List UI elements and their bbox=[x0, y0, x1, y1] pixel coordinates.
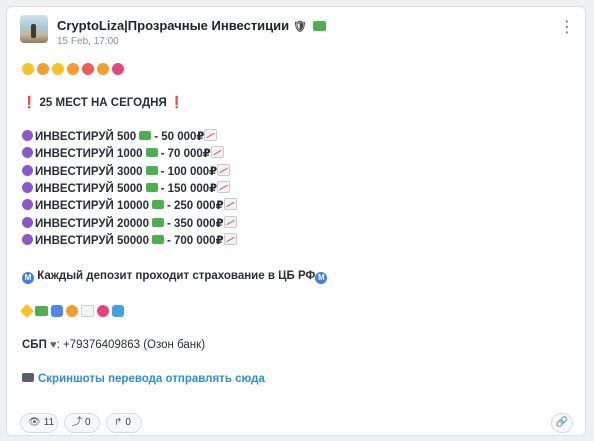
chart-up-icon bbox=[223, 198, 237, 211]
tier-result: - 100 000₽ bbox=[160, 165, 218, 178]
purple-circle-icon bbox=[22, 147, 33, 159]
tier-list: ИНВЕСТИРУЙ 500 - 50 000₽ ИНВЕСТИРУЙ 1000 -… bbox=[22, 129, 570, 250]
heart-eyes-emoji-icon bbox=[112, 62, 124, 75]
wink-emoji-icon bbox=[67, 62, 79, 75]
tier-row: ИНВЕСТИРУЙ 5000 - 150 000₽ bbox=[22, 181, 570, 198]
exclamation-icon: ❗ bbox=[169, 96, 185, 109]
views-count: 11 bbox=[43, 417, 55, 428]
beam-emoji-icon bbox=[52, 62, 64, 75]
tier-row: ИНВЕСТИРУЙ 50000 - 700 000₽ bbox=[22, 232, 570, 250]
tier-row: ИНВЕСТИРУЙ 500 - 50 000₽ bbox=[22, 129, 570, 146]
tier-row: ИНВЕСТИРУЙ 10000 - 250 000₽ bbox=[22, 198, 570, 215]
purple-circle-icon bbox=[22, 199, 33, 211]
tier-amount: ИНВЕСТИРУЙ 3000 bbox=[35, 165, 143, 178]
star-emoji-icon bbox=[19, 303, 35, 318]
chart-emoji-icon bbox=[81, 304, 94, 317]
tier-result: - 250 000₽ bbox=[166, 200, 224, 213]
money-icon bbox=[145, 183, 158, 193]
metro-badge-icon: M bbox=[315, 271, 328, 284]
eye-icon: 👁 bbox=[28, 417, 41, 428]
heart-eyes-emoji-icon bbox=[97, 304, 109, 317]
tier-result: - 350 000₽ bbox=[166, 217, 224, 230]
post-header: CryptoLiza|Прозрачные Инвестиции 🛡 15 Fe… bbox=[20, 15, 575, 49]
avatar-figure bbox=[31, 24, 36, 38]
exclamation-icon: ❗ bbox=[22, 96, 37, 109]
coin-emoji-icon bbox=[66, 304, 78, 317]
tier-amount: ИНВЕСТИРУЙ 10000 bbox=[35, 200, 149, 213]
dollar-emoji-icon bbox=[51, 304, 63, 317]
more-menu-icon[interactable]: ⋮ bbox=[559, 18, 575, 38]
money-emoji-icon bbox=[35, 305, 48, 316]
wave-emoji-icon bbox=[112, 304, 124, 317]
tier-amount: ИНВЕСТИРУЙ 5000 bbox=[35, 183, 143, 196]
shares-count: 0 bbox=[85, 417, 91, 428]
chart-up-icon bbox=[217, 163, 231, 176]
money-icon bbox=[139, 131, 152, 141]
post-date: 15 Feb, 17:00 bbox=[57, 36, 119, 47]
tier-row: ИНВЕСТИРУЙ 3000 - 100 000₽ bbox=[22, 163, 570, 181]
money-icon bbox=[145, 148, 158, 158]
headline-text: 25 МЕСТ НА СЕГОДНЯ bbox=[39, 96, 167, 109]
forwards-count: 0 bbox=[125, 417, 131, 428]
tier-amount: ИНВЕСТИРУЙ 1000 bbox=[35, 148, 143, 161]
money-icon bbox=[151, 217, 164, 227]
chart-up-icon bbox=[210, 146, 224, 159]
sbp-line: СБП ♥: +79376409863 (Озон банк) bbox=[22, 337, 570, 354]
tier-result: - 700 000₽ bbox=[166, 234, 224, 247]
chart-up-icon bbox=[223, 232, 237, 245]
emoji-row-top bbox=[22, 60, 570, 77]
metro-badge-icon: M bbox=[22, 271, 34, 284]
tier-result: - 70 000₽ bbox=[160, 148, 211, 161]
insurance-text: Каждый депозит проходит страхование в ЦБ… bbox=[37, 269, 316, 282]
smile-emoji-icon bbox=[37, 62, 49, 75]
tier-amount: ИНВЕСТИРУЙ 500 bbox=[35, 131, 137, 144]
sbp-label: СБП bbox=[22, 338, 47, 351]
money-icon bbox=[313, 21, 327, 31]
kiss-emoji-icon bbox=[97, 62, 109, 75]
tier-amount: ИНВЕСТИРУЙ 50000 bbox=[35, 234, 149, 247]
views-counter[interactable]: 👁 11 bbox=[20, 413, 58, 433]
emoji-row-bottom bbox=[19, 302, 570, 319]
post-card: CryptoLiza|Прозрачные Инвестиции 🛡 15 Fe… bbox=[6, 6, 586, 436]
share-icon: ⤴ bbox=[72, 417, 82, 428]
forwards-counter[interactable]: ↱ 0 bbox=[106, 413, 142, 433]
sbp-phone: : +79376409863 (Озон банк) bbox=[56, 338, 206, 351]
headline: ❗ 25 МЕСТ НА СЕГОДНЯ ❗ bbox=[22, 95, 570, 112]
screenshot-line: Скриншоты перевода отправлять сюда bbox=[22, 371, 570, 388]
tier-result: - 50 000₽ bbox=[154, 131, 205, 144]
insurance-line: M Каждый депозит проходит страхование в … bbox=[22, 268, 570, 285]
channel-avatar[interactable] bbox=[20, 15, 48, 43]
channel-title[interactable]: CryptoLiza|Прозрачные Инвестиции 🛡 bbox=[57, 18, 327, 33]
tier-row: ИНВЕСТИРУЙ 20000 - 350 000₽ bbox=[22, 215, 570, 233]
forward-icon: ↱ bbox=[114, 417, 123, 428]
tier-amount: ИНВЕСТИРУЙ 20000 bbox=[35, 217, 149, 230]
purple-circle-icon bbox=[22, 130, 33, 142]
camera-icon bbox=[22, 373, 34, 383]
screenshot-link[interactable]: Скриншоты перевода отправлять сюда bbox=[38, 373, 265, 385]
tier-result: - 150 000₽ bbox=[160, 183, 218, 196]
money-icon bbox=[145, 165, 158, 175]
shield-icon: 🛡 bbox=[292, 21, 307, 33]
post-footer: 👁 11 ⤴ 0 ↱ 0 🔗 bbox=[20, 413, 573, 433]
chart-up-icon bbox=[223, 215, 237, 228]
post-body: ❗ 25 МЕСТ НА СЕГОДНЯ ❗ ИНВЕСТИРУЙ 500 - 5… bbox=[19, 60, 570, 389]
tier-row: ИНВЕСТИРУЙ 1000 - 70 000₽ bbox=[22, 146, 570, 163]
link-icon: 🔗 bbox=[555, 417, 569, 428]
chart-up-icon bbox=[204, 129, 218, 142]
copy-link-button[interactable]: 🔗 bbox=[551, 413, 573, 433]
money-icon bbox=[151, 200, 164, 210]
purple-circle-icon bbox=[22, 182, 33, 194]
shares-counter[interactable]: ⤴ 0 bbox=[64, 413, 100, 433]
purple-circle-icon bbox=[22, 164, 33, 176]
purple-circle-icon bbox=[22, 233, 33, 245]
chart-up-icon bbox=[217, 181, 231, 194]
money-icon bbox=[151, 234, 164, 244]
tongue-emoji-icon bbox=[82, 62, 94, 75]
grin-emoji-icon bbox=[22, 62, 34, 75]
purple-circle-icon bbox=[22, 216, 33, 228]
channel-name: CryptoLiza|Прозрачные Инвестиции bbox=[57, 18, 290, 33]
